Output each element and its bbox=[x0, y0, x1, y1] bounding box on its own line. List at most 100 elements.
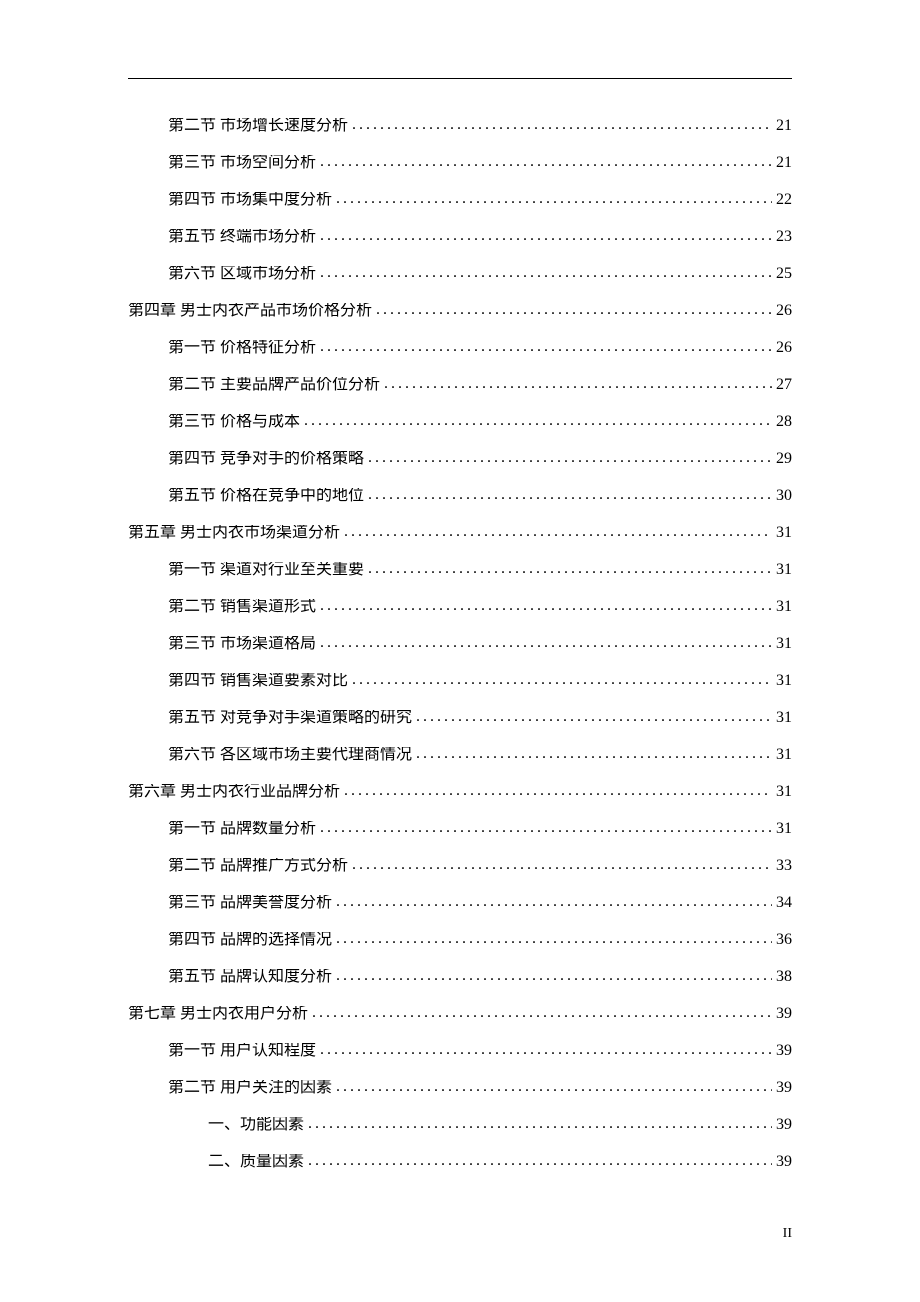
toc-entry: 第五节 对竞争对手渠道策略的研究 31 bbox=[128, 710, 792, 726]
toc-entry-page: 23 bbox=[776, 229, 792, 245]
toc-leader-dots bbox=[308, 1154, 772, 1169]
toc-entry-label: 第一节 渠道对行业至关重要 bbox=[168, 562, 364, 578]
toc-entry: 第六章 男士内衣行业品牌分析 31 bbox=[128, 784, 792, 800]
toc-entry-page: 36 bbox=[776, 932, 792, 948]
toc-entry-page: 22 bbox=[776, 192, 792, 208]
toc-leader-dots bbox=[320, 155, 772, 170]
toc-leader-dots bbox=[320, 599, 772, 614]
toc-leader-dots bbox=[368, 488, 772, 503]
toc-entry: 第二节 品牌推广方式分析 33 bbox=[128, 858, 792, 874]
toc-entry-page: 26 bbox=[776, 340, 792, 356]
toc-entry-page: 39 bbox=[776, 1043, 792, 1059]
toc-entry: 第三节 市场空间分析 21 bbox=[128, 155, 792, 171]
toc-leader-dots bbox=[352, 673, 772, 688]
table-of-contents: 第二节 市场增长速度分析21第三节 市场空间分析21第四节 市场集中度分析22第… bbox=[128, 118, 792, 1191]
toc-entry-label: 第一节 价格特征分析 bbox=[168, 340, 316, 356]
toc-entry: 一、功能因素 39 bbox=[128, 1117, 792, 1133]
toc-entry-page: 34 bbox=[776, 895, 792, 911]
toc-entry-page: 39 bbox=[776, 1006, 792, 1022]
toc-entry-label: 第二节 销售渠道形式 bbox=[168, 599, 316, 615]
toc-entry: 第二节 市场增长速度分析21 bbox=[128, 118, 792, 134]
toc-leader-dots bbox=[368, 451, 772, 466]
toc-entry-page: 39 bbox=[776, 1154, 792, 1170]
toc-entry: 第五章 男士内衣市场渠道分析31 bbox=[128, 525, 792, 541]
toc-entry-label: 第六节 区域市场分析 bbox=[168, 266, 316, 282]
toc-leader-dots bbox=[336, 969, 772, 984]
toc-entry-page: 39 bbox=[776, 1080, 792, 1096]
toc-entry-page: 31 bbox=[776, 784, 792, 800]
toc-entry: 第四节 竞争对手的价格策略 29 bbox=[128, 451, 792, 467]
toc-entry: 第二节 用户关注的因素 39 bbox=[128, 1080, 792, 1096]
toc-entry: 第三节 品牌美誉度分析 34 bbox=[128, 895, 792, 911]
toc-entry-page: 31 bbox=[776, 562, 792, 578]
toc-entry: 第六节 各区域市场主要代理商情况 31 bbox=[128, 747, 792, 763]
toc-entry: 第五节 价格在竞争中的地位 30 bbox=[128, 488, 792, 504]
toc-entry-label: 第一节 品牌数量分析 bbox=[168, 821, 316, 837]
toc-entry-page: 29 bbox=[776, 451, 792, 467]
toc-entry: 第五节 终端市场分析23 bbox=[128, 229, 792, 245]
toc-entry-label: 第六章 男士内衣行业品牌分析 bbox=[128, 784, 340, 800]
toc-entry-page: 39 bbox=[776, 1117, 792, 1133]
toc-entry: 第四节 品牌的选择情况 36 bbox=[128, 932, 792, 948]
toc-leader-dots bbox=[416, 710, 772, 725]
toc-entry-page: 26 bbox=[776, 303, 792, 319]
toc-entry: 第二节 主要品牌产品价位分析27 bbox=[128, 377, 792, 393]
toc-leader-dots bbox=[336, 895, 772, 910]
toc-entry-page: 31 bbox=[776, 525, 792, 541]
toc-entry-page: 31 bbox=[776, 599, 792, 615]
toc-entry: 第二节 销售渠道形式 31 bbox=[128, 599, 792, 615]
toc-entry: 第一节 品牌数量分析 31 bbox=[128, 821, 792, 837]
toc-entry-label: 第四节 品牌的选择情况 bbox=[168, 932, 332, 948]
toc-entry-page: 31 bbox=[776, 821, 792, 837]
toc-entry-label: 第四节 销售渠道要素对比 bbox=[168, 673, 348, 689]
toc-entry-page: 31 bbox=[776, 673, 792, 689]
toc-entry: 第四节 市场集中度分析 22 bbox=[128, 192, 792, 208]
toc-entry-label: 第三节 市场空间分析 bbox=[168, 155, 316, 171]
toc-entry-label: 第五节 价格在竞争中的地位 bbox=[168, 488, 364, 504]
toc-entry-page: 31 bbox=[776, 747, 792, 763]
toc-leader-dots bbox=[376, 303, 772, 318]
toc-entry-label: 第七章 男士内衣用户分析 bbox=[128, 1006, 308, 1022]
toc-entry: 第一节 渠道对行业至关重要 31 bbox=[128, 562, 792, 578]
toc-entry: 第三节 市场渠道格局31 bbox=[128, 636, 792, 652]
toc-entry-label: 二、质量因素 bbox=[208, 1154, 304, 1170]
toc-leader-dots bbox=[320, 340, 772, 355]
toc-entry: 第五节 品牌认知度分析 38 bbox=[128, 969, 792, 985]
toc-entry-label: 第六节 各区域市场主要代理商情况 bbox=[168, 747, 412, 763]
toc-entry-label: 第二节 主要品牌产品价位分析 bbox=[168, 377, 380, 393]
toc-entry-page: 38 bbox=[776, 969, 792, 985]
toc-leader-dots bbox=[336, 192, 772, 207]
toc-entry-label: 第四章 男士内衣产品市场价格分析 bbox=[128, 303, 372, 319]
toc-entry-label: 一、功能因素 bbox=[208, 1117, 304, 1133]
toc-entry-page: 28 bbox=[776, 414, 792, 430]
toc-entry: 第四章 男士内衣产品市场价格分析 26 bbox=[128, 303, 792, 319]
toc-leader-dots bbox=[320, 821, 772, 836]
toc-leader-dots bbox=[368, 562, 772, 577]
toc-entry: 第一节 价格特征分析 26 bbox=[128, 340, 792, 356]
toc-entry-label: 第五节 品牌认知度分析 bbox=[168, 969, 332, 985]
toc-entry-label: 第一节 用户认知程度 bbox=[168, 1043, 316, 1059]
toc-entry-label: 第五节 对竞争对手渠道策略的研究 bbox=[168, 710, 412, 726]
toc-leader-dots bbox=[320, 1043, 772, 1058]
toc-entry-label: 第二节 用户关注的因素 bbox=[168, 1080, 332, 1096]
toc-leader-dots bbox=[320, 229, 772, 244]
toc-entry-page: 21 bbox=[776, 155, 792, 171]
toc-entry-label: 第四节 竞争对手的价格策略 bbox=[168, 451, 364, 467]
toc-leader-dots bbox=[352, 118, 772, 133]
toc-entry-page: 31 bbox=[776, 636, 792, 652]
toc-entry-page: 30 bbox=[776, 488, 792, 504]
toc-entry: 二、质量因素 39 bbox=[128, 1154, 792, 1170]
toc-leader-dots bbox=[312, 1006, 772, 1021]
toc-entry: 第六节 区域市场分析25 bbox=[128, 266, 792, 282]
toc-entry-label: 第三节 品牌美誉度分析 bbox=[168, 895, 332, 911]
toc-leader-dots bbox=[352, 858, 772, 873]
toc-entry: 第三节 价格与成本28 bbox=[128, 414, 792, 430]
toc-leader-dots bbox=[304, 414, 772, 429]
toc-entry: 第一节 用户认知程度 39 bbox=[128, 1043, 792, 1059]
toc-entry-page: 31 bbox=[776, 710, 792, 726]
toc-leader-dots bbox=[336, 932, 772, 947]
toc-entry-label: 第二节 品牌推广方式分析 bbox=[168, 858, 348, 874]
toc-entry-label: 第四节 市场集中度分析 bbox=[168, 192, 332, 208]
toc-leader-dots bbox=[344, 784, 772, 799]
toc-entry-page: 33 bbox=[776, 858, 792, 874]
